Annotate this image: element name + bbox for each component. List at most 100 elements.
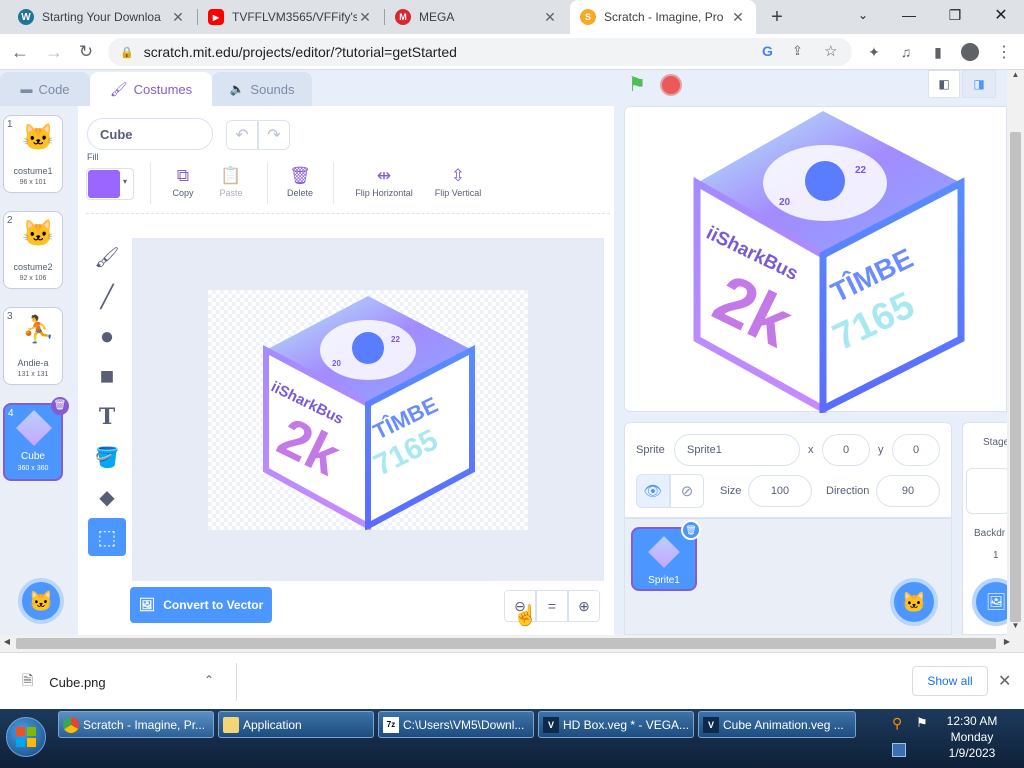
tab-mega[interactable]: M MEGA ✕ xyxy=(385,0,568,34)
tab-search-button[interactable]: ⌄ xyxy=(840,0,886,30)
close-window-button[interactable]: ✕ xyxy=(978,0,1024,30)
sprite-tile-name: Sprite1 xyxy=(648,575,680,586)
text-tool-icon[interactable]: T xyxy=(88,398,126,436)
redo-button[interactable]: ↷ xyxy=(258,120,290,150)
tab-scratch[interactable]: S Scratch - Imagine, Pro ✕ xyxy=(570,0,756,34)
start-button[interactable] xyxy=(6,717,46,757)
taskbar-item-label: Application xyxy=(243,717,302,732)
fill-color-picker[interactable]: ▾ xyxy=(86,168,134,200)
taskbar-item-chrome[interactable]: Scratch - Imagine, Pr... xyxy=(58,711,214,738)
delete-button[interactable]: 🗑 Delete xyxy=(270,164,330,198)
close-download-bar-icon[interactable]: ✕ xyxy=(998,671,1011,691)
line-tool-icon[interactable]: ╱ xyxy=(88,278,126,316)
clock[interactable]: 12:30 AM Monday 1/9/2023 xyxy=(934,713,1010,761)
share-icon[interactable]: ⇪ xyxy=(792,43,803,59)
green-flag-icon[interactable]: ⚑ xyxy=(628,74,650,96)
side-panel-icon[interactable]: ▮ xyxy=(926,40,950,64)
extensions-icon[interactable]: ✦ xyxy=(862,40,886,64)
scroll-up-arrow[interactable]: ▲ xyxy=(1007,70,1024,84)
new-tab-button[interactable]: + xyxy=(766,6,788,28)
size-input[interactable]: 100 xyxy=(748,475,812,507)
tab-youtube[interactable]: ▶ TVFFLVM3565/VFFify's ✕ xyxy=(198,0,383,34)
toolbar-divider xyxy=(333,162,334,204)
scroll-right-arrow[interactable]: ▶ xyxy=(1000,637,1014,651)
hand-cursor-icon: ☝ xyxy=(513,605,538,627)
scroll-down-arrow[interactable]: ▼ xyxy=(1007,621,1024,635)
vertical-scrollbar[interactable]: ▲ ▼ xyxy=(1007,70,1024,635)
bitmap-canvas[interactable]: 22 20 iiSharkBus 2k TÎMBE 7165 xyxy=(208,290,528,532)
profile-avatar[interactable] xyxy=(958,40,982,64)
chrome-menu-icon[interactable]: ⋮ xyxy=(992,40,1016,64)
small-stage-button[interactable]: ◧ xyxy=(928,70,960,98)
horizontal-scrollbar[interactable]: ◀ ▶ xyxy=(0,635,1024,652)
select-tool-icon[interactable]: ⬚ xyxy=(88,518,126,556)
flip-horizontal-button[interactable]: ⇹ Flip Horizontal xyxy=(344,164,424,198)
tab-sounds[interactable]: 🔈 Sounds xyxy=(212,72,312,106)
paste-button[interactable]: 📋 Paste xyxy=(201,164,261,198)
costume-name-input[interactable]: Cube xyxy=(87,118,213,150)
back-button[interactable]: ← xyxy=(8,40,32,64)
choose-sprite-button[interactable]: 🐱 xyxy=(890,578,938,626)
forward-button[interactable]: → xyxy=(42,40,66,64)
network-icon[interactable]: ⚑ xyxy=(916,715,928,731)
hide-sprite-button[interactable]: ⊘ xyxy=(670,474,704,508)
x-value: 0 xyxy=(842,444,850,456)
undo-button[interactable]: ↶ xyxy=(226,120,258,150)
costume-tile-3[interactable]: 3 ⛹ Andie-a 131 x 131 xyxy=(3,307,63,385)
taskbar-item-vegas-cube[interactable]: V Cube Animation.veg ... xyxy=(698,711,856,738)
search-icon[interactable]: ⚲ xyxy=(892,715,902,732)
convert-to-vector-button[interactable]: 🖼 Convert to Vector xyxy=(130,587,272,623)
clock-day: Monday xyxy=(950,730,994,744)
delete-sprite-icon[interactable]: 🗑 xyxy=(681,520,701,540)
fill-bucket-tool-icon[interactable]: 🪣 xyxy=(88,438,126,476)
scroll-left-arrow[interactable]: ◀ xyxy=(0,637,14,651)
direction-input[interactable]: 90 xyxy=(876,475,940,507)
media-control-icon[interactable]: ♫ xyxy=(894,40,918,64)
delete-costume-icon[interactable]: 🗑 xyxy=(51,397,69,415)
zoom-reset-button[interactable]: = xyxy=(536,590,568,622)
show-sprite-button[interactable]: 👁 xyxy=(636,474,670,508)
paste-label: Paste xyxy=(219,188,243,198)
close-icon[interactable]: ✕ xyxy=(542,9,558,26)
show-all-button[interactable]: Show all xyxy=(912,666,988,696)
minimize-button[interactable]: — xyxy=(886,0,932,30)
bookmark-star-icon[interactable]: ☆ xyxy=(824,42,837,60)
chevron-up-icon[interactable]: ⌃ xyxy=(204,673,214,687)
vertical-scroll-thumb[interactable] xyxy=(1010,132,1021,622)
circle-tool-icon[interactable]: ● xyxy=(88,318,126,356)
close-icon[interactable]: ✕ xyxy=(357,9,373,26)
costume-tile-1[interactable]: 1 🐱 costume1 96 x 101 xyxy=(3,115,63,193)
cat-sprite-icon: 🐱 xyxy=(22,122,55,152)
tab-code[interactable]: ▬ Code xyxy=(0,72,90,106)
address-bar[interactable]: 🔒 scratch.mit.edu/projects/editor/?tutor… xyxy=(108,38,852,66)
reload-button[interactable]: ↻ xyxy=(74,40,98,64)
close-icon[interactable]: ✕ xyxy=(170,9,186,26)
x-input[interactable]: 0 xyxy=(822,434,870,466)
rectangle-tool-icon[interactable]: ■ xyxy=(88,358,126,396)
tab-costumes[interactable]: 🖌 Costumes xyxy=(90,72,212,106)
restore-button[interactable]: ❐ xyxy=(932,0,978,30)
sprite-name-input[interactable]: Sprite1 xyxy=(674,434,800,466)
costume-tile-2[interactable]: 2 🐱 costume2 92 x 106 xyxy=(3,211,63,289)
y-input[interactable]: 0 xyxy=(892,434,940,466)
large-stage-button[interactable]: ◨ xyxy=(962,70,996,98)
taskbar-item-explorer[interactable]: Application xyxy=(218,711,374,738)
zoom-in-button[interactable]: ⊕ xyxy=(568,590,600,622)
tab-wordpress[interactable]: W Starting Your Downloa ✕ xyxy=(8,0,196,34)
action-center-icon[interactable] xyxy=(892,743,906,757)
stage-thumbnail[interactable] xyxy=(966,468,1007,514)
stop-icon[interactable] xyxy=(660,74,682,96)
sprite-tile-sprite1[interactable]: Sprite1 🗑 xyxy=(631,520,701,591)
choose-costume-button[interactable]: 🐱 xyxy=(18,578,64,624)
close-icon[interactable]: ✕ xyxy=(730,9,746,26)
google-lens-icon[interactable]: G xyxy=(762,43,773,59)
taskbar-item-7zip[interactable]: 7z C:\Users\VM5\Downl... xyxy=(378,711,534,738)
flip-vertical-button[interactable]: ⇳ Flip Vertical xyxy=(420,164,496,198)
costume-tile-4-selected[interactable]: 4 Cube 360 x 360 🗑 xyxy=(3,397,69,481)
taskbar-item-vegas-hdbox[interactable]: V HD Box.veg * - VEGA... xyxy=(538,711,694,738)
brush-tool-icon[interactable]: 🖌 xyxy=(88,238,126,276)
eraser-tool-icon[interactable]: ◆ xyxy=(88,478,126,516)
horizontal-scroll-thumb[interactable] xyxy=(16,638,996,649)
download-item[interactable]: 🗎 Cube.png ⌃ xyxy=(8,663,234,701)
stage[interactable]: 22 20 iiSharkBus 2k TÎMBE 7165 xyxy=(624,106,1007,415)
